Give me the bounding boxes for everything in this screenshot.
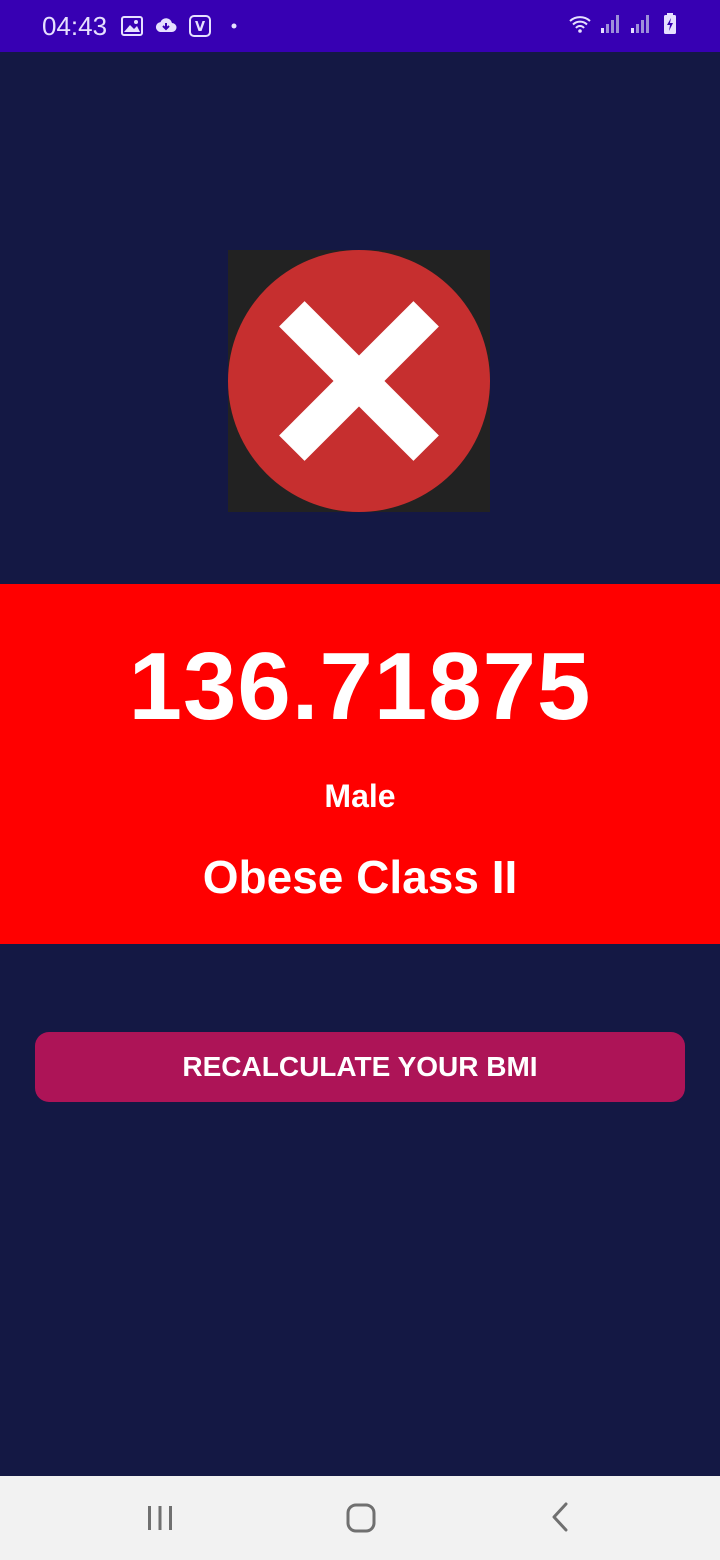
status-system-icons	[568, 12, 682, 36]
battery-charging-icon	[664, 13, 676, 34]
cloud-download-icon	[155, 18, 177, 32]
gender-label: Male	[324, 778, 396, 814]
svg-text:V: V	[195, 20, 205, 35]
voicemail-icon: V	[189, 15, 211, 37]
back-icon[interactable]	[542, 1498, 582, 1538]
recent-apps-icon[interactable]	[140, 1498, 180, 1538]
result-screen: 136.71875 Male Obese Class II RECALCULAT…	[0, 52, 720, 1476]
signal-icon	[601, 15, 619, 33]
recalculate-button[interactable]: RECALCULATE YOUR BMI	[35, 1032, 685, 1102]
bmi-category: Obese Class II	[202, 851, 518, 903]
gallery-icon	[121, 16, 143, 36]
status-notification-icons: V	[120, 14, 246, 38]
status-time: 04:43	[42, 11, 108, 41]
result-panel: 136.71875 Male Obese Class II	[0, 584, 720, 944]
signal-icon	[631, 15, 649, 33]
dot-icon	[231, 23, 237, 29]
navigation-bar	[0, 1476, 720, 1560]
bmi-value: 136.71875	[128, 633, 592, 740]
wifi-icon	[569, 16, 591, 33]
status-bar: 04:43 V	[0, 0, 720, 52]
home-icon[interactable]	[340, 1498, 380, 1538]
error-x-circle-icon	[228, 250, 490, 512]
